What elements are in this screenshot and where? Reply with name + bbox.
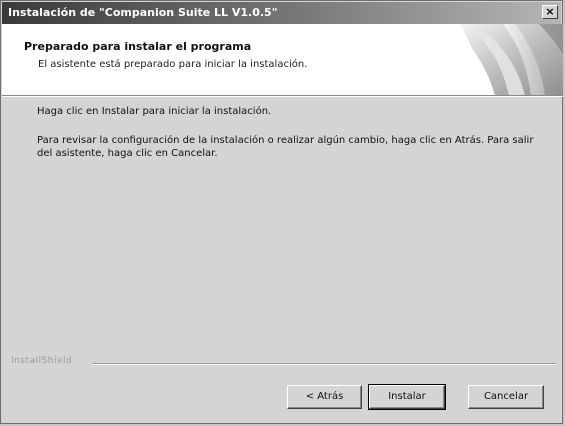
- review-text: Para revisar la configuración de la inst…: [37, 135, 534, 159]
- title-bar[interactable]: Instalación de "Companion Suite LL V1.0.…: [2, 2, 561, 24]
- page-subtitle: El asistente está preparado para iniciar…: [38, 59, 308, 70]
- cancel-button[interactable]: Cancelar: [468, 385, 544, 409]
- window-title: Instalación de "Companion Suite LL V1.0.…: [8, 6, 278, 19]
- close-icon: ×: [545, 5, 555, 18]
- footer-divider: [93, 363, 556, 365]
- page-title: Preparado para instalar el programa: [24, 40, 252, 53]
- page-curl-icon: [461, 24, 563, 95]
- header-panel: Preparado para instalar el programa El a…: [2, 24, 563, 96]
- installshield-label: InstallShield: [11, 356, 73, 366]
- header-divider: [2, 96, 563, 97]
- back-button[interactable]: < Atrás: [287, 385, 362, 409]
- install-button[interactable]: Instalar: [368, 384, 446, 410]
- instruction-text: Haga clic en Instalar para iniciar la in…: [37, 106, 272, 117]
- close-button[interactable]: ×: [542, 5, 558, 19]
- setup-dialog: Instalación de "Companion Suite LL V1.0.…: [0, 0, 563, 424]
